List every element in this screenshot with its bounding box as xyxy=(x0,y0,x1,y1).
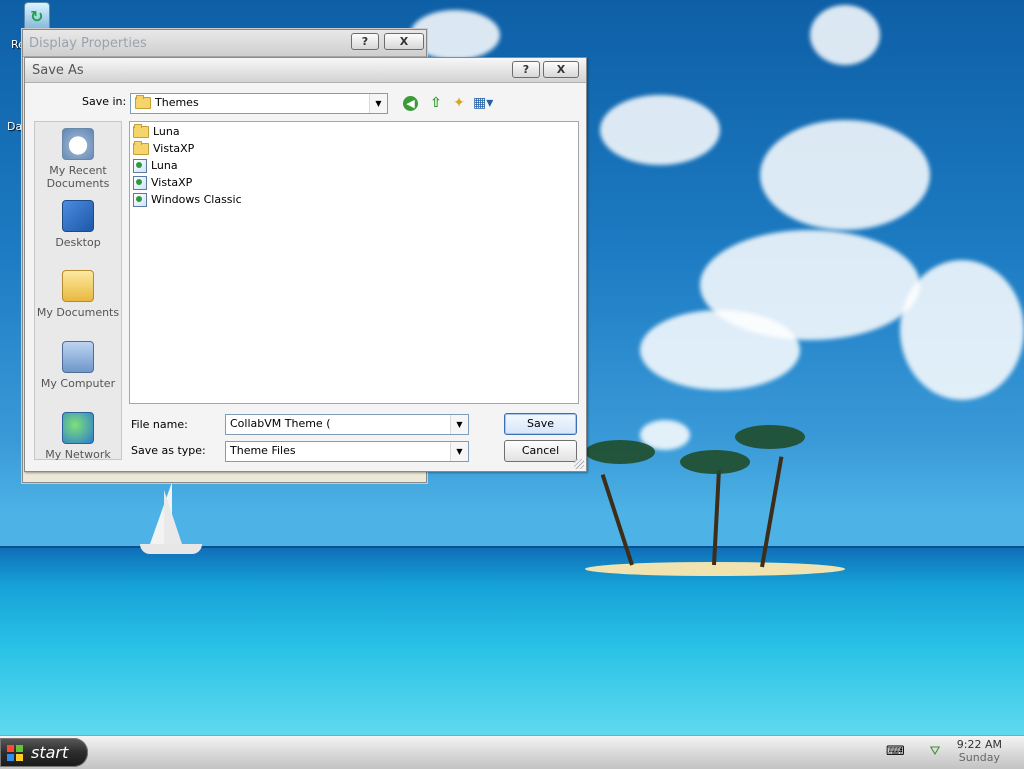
close-button[interactable]: X xyxy=(543,61,579,78)
file-item[interactable]: Luna xyxy=(133,124,180,139)
place-my-documents[interactable]: My Documents xyxy=(35,270,121,319)
recycle-bin-icon[interactable] xyxy=(24,2,50,32)
system-clock[interactable]: 9:22 AM Sunday xyxy=(957,738,1002,764)
up-folder-icon[interactable]: ⇧ xyxy=(427,94,445,112)
file-item[interactable]: VistaXP xyxy=(133,141,194,156)
help-button[interactable]: ? xyxy=(351,33,379,50)
close-button[interactable]: X xyxy=(384,33,424,50)
cloud xyxy=(810,5,880,65)
cloud xyxy=(900,260,1024,400)
boat-hull xyxy=(140,544,202,554)
network-globe-icon xyxy=(62,412,94,444)
chevron-down-icon[interactable]: ▼ xyxy=(450,415,468,434)
taskbar: start ⌨ ⛛ 9:22 AM Sunday xyxy=(0,735,1024,769)
palm-leaf xyxy=(735,425,805,449)
save-as-titlebar[interactable]: Save As ? X xyxy=(25,58,586,83)
file-name-label: File name: xyxy=(131,418,188,431)
place-my-network[interactable]: My Network xyxy=(35,412,121,461)
display-properties-titlebar[interactable]: Display Properties ? X xyxy=(23,30,426,57)
start-label: start xyxy=(31,743,69,762)
place-label: My Recent Documents xyxy=(46,164,110,190)
desktop-icon xyxy=(62,200,94,232)
save-as-type-dropdown[interactable]: Theme Files ▼ xyxy=(225,441,469,462)
save-in-dropdown[interactable]: Themes ▼ xyxy=(130,93,388,114)
cloud xyxy=(760,120,930,230)
theme-file-icon xyxy=(133,159,147,173)
help-button[interactable]: ? xyxy=(512,61,540,78)
file-name: VistaXP xyxy=(153,142,195,155)
place-label: Desktop xyxy=(55,236,101,249)
place-my-computer[interactable]: My Computer xyxy=(35,341,121,390)
sea xyxy=(0,548,1024,735)
place-my-recent-documents[interactable]: My Recent Documents xyxy=(35,128,121,190)
chevron-down-icon[interactable]: ▼ xyxy=(450,442,468,461)
file-item[interactable]: Windows Classic xyxy=(133,192,242,207)
chevron-down-icon[interactable]: ▼ xyxy=(369,94,387,113)
file-name: Luna xyxy=(153,125,180,138)
place-desktop[interactable]: Desktop xyxy=(35,200,121,249)
file-item[interactable]: Luna xyxy=(133,158,178,173)
save-button[interactable]: Save xyxy=(504,413,577,435)
desktop-icon-label[interactable]: Da xyxy=(7,120,22,133)
folder-icon xyxy=(135,95,151,109)
cloud xyxy=(640,310,800,390)
save-as-type-value: Theme Files xyxy=(230,444,296,457)
places-bar: My Recent Documents Desktop My Documents… xyxy=(34,121,122,461)
documents-folder-icon xyxy=(62,270,94,302)
window-title: Display Properties xyxy=(29,36,147,51)
file-name: VistaXP xyxy=(151,176,193,189)
theme-file-icon xyxy=(133,193,147,207)
palm-leaf xyxy=(585,440,655,464)
palm-leaf xyxy=(680,450,750,474)
place-label: My Documents xyxy=(36,306,120,319)
save-as-type-label: Save as type: xyxy=(131,444,206,457)
computer-icon xyxy=(62,341,94,373)
start-button[interactable]: start xyxy=(0,738,88,767)
resize-grip-icon[interactable] xyxy=(574,459,584,469)
save-in-label: Save in: xyxy=(82,95,127,108)
keyboard-icon[interactable]: ⌨ xyxy=(886,744,905,760)
view-menu-icon[interactable]: ▦▾ xyxy=(473,94,493,112)
dialog-title: Save As xyxy=(32,63,84,78)
folder-icon xyxy=(133,124,149,138)
place-label: My Network xyxy=(45,448,111,461)
windows-logo-icon xyxy=(7,745,23,761)
clock-icon xyxy=(62,128,94,160)
save-as-dialog: Save As ? X Save in: Themes ▼ ◀ ⇧ ✦ ▦▾ M… xyxy=(24,57,587,472)
file-list[interactable]: Luna VistaXP Luna VistaXP Windows Classi… xyxy=(129,121,579,404)
file-item[interactable]: VistaXP xyxy=(133,175,192,190)
file-name: Luna xyxy=(151,159,178,172)
file-name: Windows Classic xyxy=(151,193,242,206)
clock-day: Sunday xyxy=(958,751,1000,764)
file-name-value: CollabVM Theme ( xyxy=(230,417,331,430)
file-name-input[interactable]: CollabVM Theme ( ▼ xyxy=(225,414,469,435)
save-in-value: Themes xyxy=(155,96,199,109)
cloud xyxy=(600,95,720,165)
folder-icon xyxy=(133,141,149,155)
cancel-button[interactable]: Cancel xyxy=(504,440,577,462)
sail xyxy=(164,490,182,544)
back-arrow-icon[interactable]: ◀ xyxy=(403,96,418,111)
new-folder-icon[interactable]: ✦ xyxy=(450,94,468,112)
place-label: My Computer xyxy=(40,377,116,390)
network-status-icon[interactable]: ⛛ xyxy=(926,744,944,760)
clock-time: 9:22 AM xyxy=(956,738,1002,751)
theme-file-icon xyxy=(133,176,147,190)
